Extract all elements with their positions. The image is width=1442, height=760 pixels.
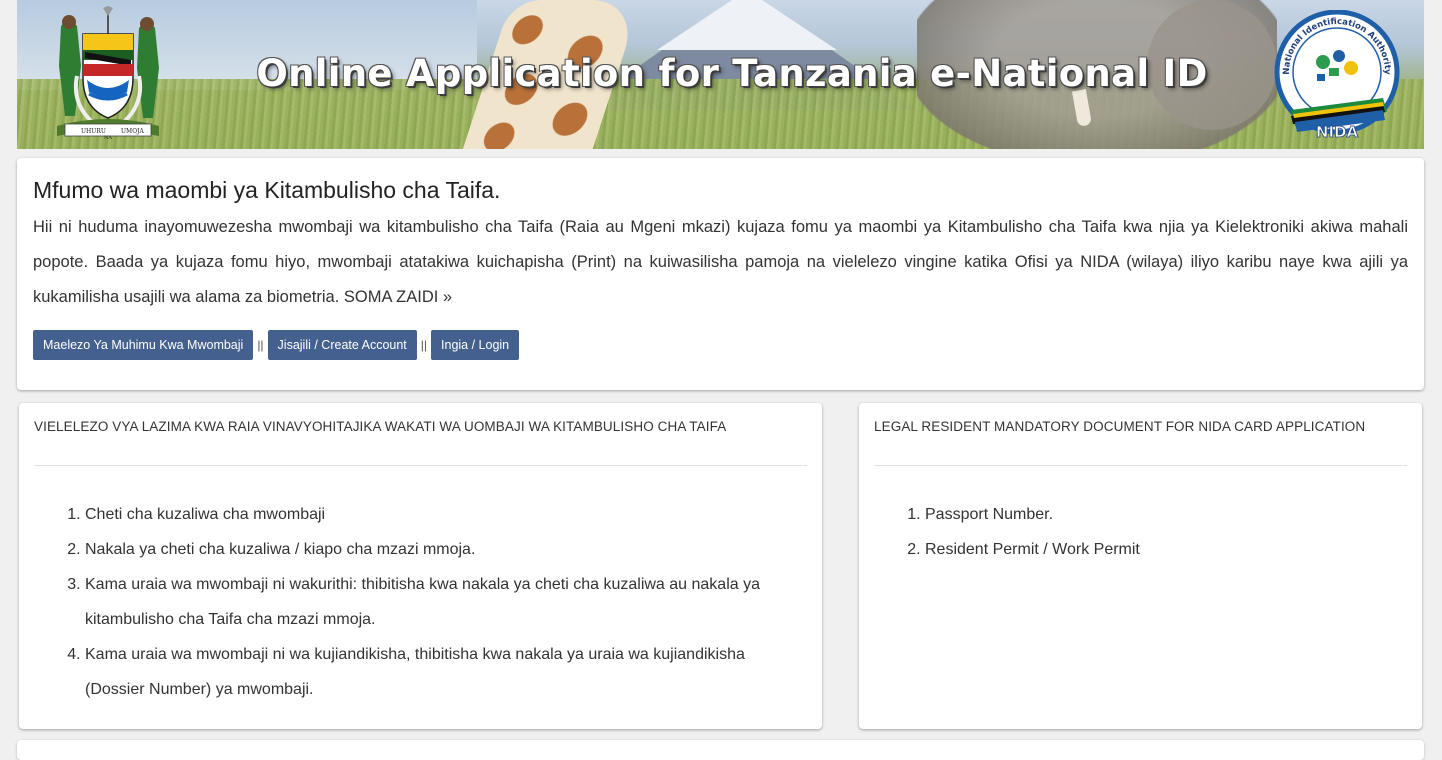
read-more-link[interactable]: SOMA ZAIDI » xyxy=(344,288,452,306)
intro-text: Hii ni huduma inayomuwezesha mwombaji wa… xyxy=(33,210,1408,315)
motto-right: UMOJA xyxy=(121,128,145,135)
list-item: Nakala ya cheti cha kuzaliwa / kiapo cha… xyxy=(85,532,782,567)
list-item: Kama uraia wa mwombaji ni wakurithi: thi… xyxy=(85,567,782,637)
list-item: Passport Number. xyxy=(925,497,1422,532)
nida-acronym: NIDA xyxy=(1316,123,1359,141)
button-separator: || xyxy=(420,338,428,352)
citizen-documents-list: Cheti cha kuzaliwa cha mwombaji Nakala y… xyxy=(85,497,782,707)
intro-heading: Mfumo wa maombi ya Kitambulisho cha Taif… xyxy=(33,177,501,203)
intro-panel: Mfumo wa maombi ya Kitambulisho cha Taif… xyxy=(17,158,1424,390)
banner-title: Online Application for Tanzania e-Nation… xyxy=(256,52,1208,95)
list-item: Kama uraia wa mwombaji ni wa kujiandikis… xyxy=(85,637,782,707)
banner-mountain-snow xyxy=(657,0,837,50)
resident-documents-list: Passport Number. Resident Permit / Work … xyxy=(925,497,1422,567)
nida-logo: National Identification Authority NIDA xyxy=(1274,10,1400,141)
motto-center: NA xyxy=(104,135,112,141)
header-banner: UHURU NA UMOJA Online Application for Ta… xyxy=(17,0,1424,149)
list-item: Resident Permit / Work Permit xyxy=(925,532,1422,567)
resident-documents-title: LEGAL RESIDENT MANDATORY DOCUMENT FOR NI… xyxy=(874,403,1407,466)
intro-body: Hii ni huduma inayomuwezesha mwombaji wa… xyxy=(33,218,1408,306)
resident-documents-card: LEGAL RESIDENT MANDATORY DOCUMENT FOR NI… xyxy=(859,403,1422,729)
applicant-info-button[interactable]: Maelezo Ya Muhimu Kwa Mwombaji xyxy=(33,330,254,360)
citizen-documents-card: VIELELEZO VYA LAZIMA KWA RAIA VINAVYOHIT… xyxy=(19,403,822,729)
button-separator: || xyxy=(257,338,264,352)
citizen-documents-title: VIELELEZO VYA LAZIMA KWA RAIA VINAVYOHIT… xyxy=(34,403,807,466)
motto-left: UHURU xyxy=(81,128,106,135)
login-button[interactable]: Ingia / Login xyxy=(431,330,520,360)
create-account-button[interactable]: Jisajili / Create Account xyxy=(267,330,417,360)
footer-panel-edge xyxy=(17,740,1424,760)
list-item: Cheti cha kuzaliwa cha mwombaji xyxy=(85,497,782,532)
action-buttons: Maelezo Ya Muhimu Kwa Mwombaji || Jisaji… xyxy=(33,330,520,360)
